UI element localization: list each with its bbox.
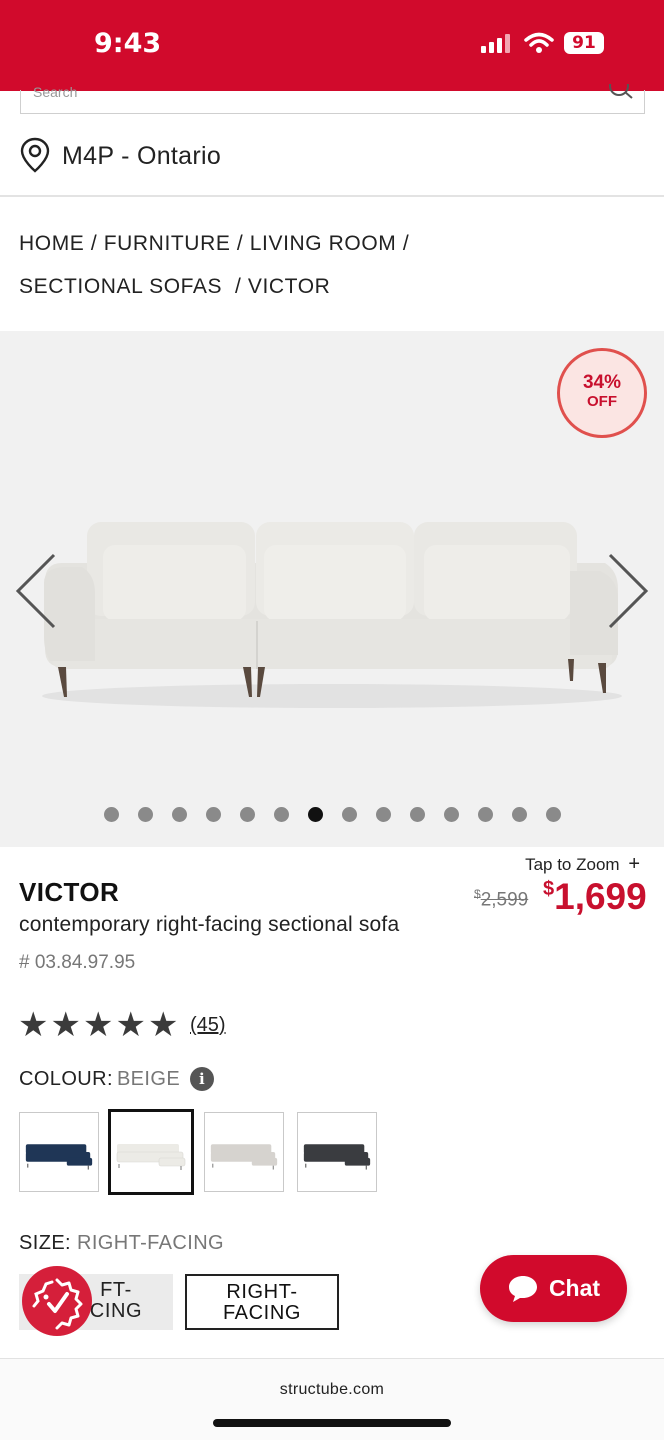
tap-to-zoom-label: Tap to Zoom [525, 855, 620, 874]
breadcrumb-home[interactable]: HOME [19, 232, 84, 255]
status-icons: 91 [480, 32, 604, 54]
gallery-dot[interactable] [274, 807, 289, 822]
sale-price: $1,699 [543, 876, 647, 918]
next-image-arrow-icon[interactable] [604, 551, 652, 631]
location-label: M4P - Ontario [62, 142, 222, 170]
gallery-dot[interactable] [444, 807, 459, 822]
swatch-sofa-image [116, 1144, 186, 1170]
breadcrumb-separator: / [90, 232, 98, 255]
colour-swatch-beige[interactable] [108, 1109, 194, 1195]
battery-indicator: 91 [564, 32, 604, 54]
sale-price-amount: 1,699 [554, 876, 647, 917]
product-gallery[interactable]: 34% OFF [0, 331, 664, 847]
colour-label-row: COLOUR: BEIGE i [19, 1067, 215, 1091]
chat-button[interactable]: Chat [480, 1255, 627, 1322]
breadcrumb-furniture[interactable]: FURNITURE [104, 232, 231, 255]
home-indicator[interactable] [213, 1419, 451, 1427]
product-description: contemporary right-facing sectional sofa [19, 913, 400, 936]
gallery-dot[interactable] [546, 807, 561, 822]
zoom-plus-icon: + [628, 853, 640, 875]
previous-image-arrow-icon[interactable] [12, 551, 60, 631]
discount-off-label: OFF [587, 393, 617, 410]
product-sku: # 03.84.97.95 [19, 952, 136, 973]
colour-swatch-charcoal[interactable] [297, 1112, 377, 1192]
swatch-sofa-image [25, 1144, 93, 1170]
size-option-right-facing[interactable]: RIGHT- FACING [185, 1274, 339, 1330]
browser-url[interactable]: structube.com [0, 1381, 664, 1399]
original-price: $2,599 [474, 887, 528, 911]
gallery-dot[interactable] [512, 807, 527, 822]
gallery-dot[interactable] [342, 807, 357, 822]
signal-icon [481, 34, 510, 53]
original-price-amount: 2,599 [480, 889, 529, 911]
browser-bottom-bar: structube.com [0, 1358, 664, 1440]
star-icon: ★ [18, 1005, 49, 1045]
colour-selected-value: BEIGE [116, 1067, 181, 1090]
gallery-dot[interactable] [410, 807, 425, 822]
gallery-pagination [0, 805, 664, 823]
wifi-icon [524, 32, 554, 53]
product-name: VICTOR [19, 877, 120, 907]
size-option-line2: FACING [222, 1302, 302, 1324]
breadcrumb-victor: VICTOR [247, 275, 331, 298]
discount-badge: 34% OFF [557, 348, 647, 438]
size-label: SIZE: [19, 1232, 72, 1254]
discount-badge-icon [32, 1278, 83, 1330]
breadcrumb-living-room[interactable]: LIVING ROOM [250, 232, 397, 255]
discount-percent: 34% [582, 372, 622, 393]
star-icon: ★ [50, 1005, 81, 1045]
size-selected-value: RIGHT-FACING [76, 1232, 225, 1254]
colour-swatch-light-grey[interactable] [204, 1112, 284, 1192]
breadcrumb-sectional-sofas[interactable]: SECTIONAL SOFAS [19, 275, 222, 298]
chat-label: Chat [548, 1275, 601, 1301]
original-price-currency: $ [474, 887, 481, 901]
swatch-sofa-image [210, 1144, 278, 1170]
promo-badge-button[interactable] [22, 1266, 92, 1336]
search-icon[interactable] [608, 84, 634, 100]
breadcrumb-separator: / [236, 232, 244, 255]
star-icon: ★ [147, 1005, 179, 1045]
gallery-dot[interactable] [138, 807, 153, 822]
gallery-dot[interactable] [206, 807, 221, 822]
gallery-dot[interactable] [376, 807, 391, 822]
colour-swatch-navy[interactable] [19, 1112, 99, 1192]
review-count-link[interactable]: (45) [190, 1014, 226, 1037]
location-pin-icon [20, 137, 50, 173]
info-icon[interactable]: i [190, 1067, 215, 1091]
location-selector[interactable]: M4P - Ontario [0, 115, 664, 197]
size-option-line1: RIGHT- [226, 1281, 298, 1303]
status-time: 9:43 [94, 28, 162, 59]
breadcrumb-separator: / [234, 275, 242, 298]
breadcrumb-separator: / [402, 232, 410, 255]
rating-stars[interactable]: ★ ★ ★ ★ ★ [18, 1008, 178, 1042]
colour-label: COLOUR: [19, 1067, 113, 1090]
gallery-dot[interactable] [478, 807, 493, 822]
gallery-dot-active[interactable] [308, 807, 323, 822]
gallery-dot[interactable] [172, 807, 187, 822]
tap-to-zoom[interactable]: Tap to Zoom + [525, 853, 640, 876]
status-bar: 9:43 91 [0, 0, 664, 91]
search-input[interactable]: Search [20, 84, 645, 114]
search-placeholder: Search [33, 84, 78, 100]
star-icon: ★ [115, 1005, 146, 1045]
gallery-dot[interactable] [104, 807, 119, 822]
size-label-row: SIZE: RIGHT-FACING [19, 1232, 224, 1255]
star-icon: ★ [82, 1005, 114, 1045]
chat-bubble-icon [508, 1275, 537, 1302]
sale-price-currency: $ [543, 878, 555, 900]
gallery-dot[interactable] [240, 807, 255, 822]
swatch-sofa-image [303, 1144, 371, 1170]
breadcrumb: HOME / FURNITURE / LIVING ROOM / SECTION… [19, 222, 649, 308]
